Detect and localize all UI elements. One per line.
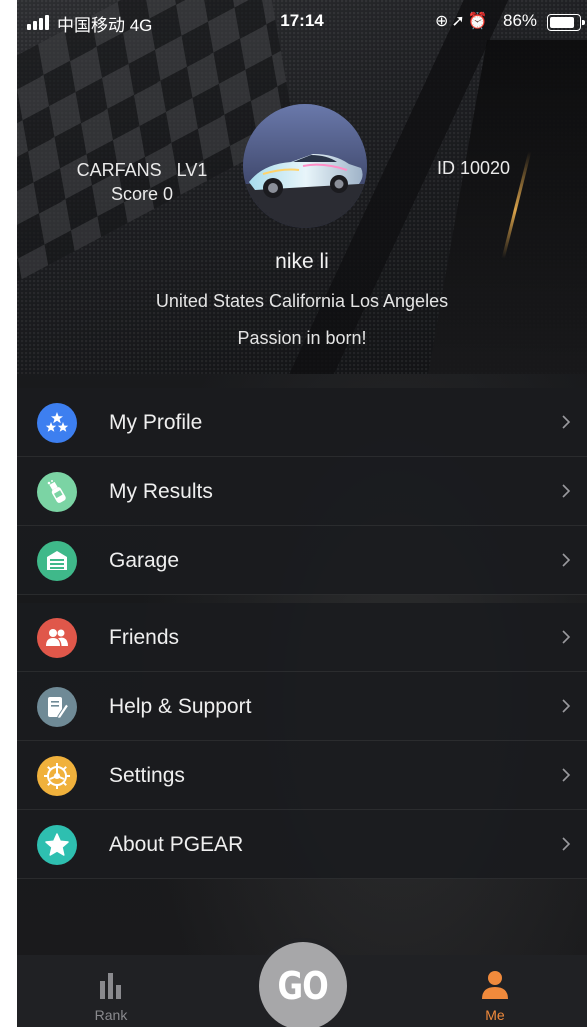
status-bar: 中国移动 4G 17:14 ⊕➚⏰ 86% — [17, 0, 587, 44]
bar-chart-icon — [100, 973, 121, 999]
tab-label: Me — [485, 1007, 505, 1023]
user-name: nike li — [275, 250, 329, 273]
pen-note-icon — [37, 687, 77, 727]
menu-item-my-results[interactable]: My Results — [17, 457, 587, 526]
user-location: United States California Los Angeles — [155, 291, 449, 311]
go-button[interactable]: GO — [259, 942, 347, 1027]
tab-me[interactable]: Me — [435, 955, 555, 1027]
battery-fill — [550, 17, 575, 28]
menu-item-label: About PGEAR — [109, 833, 244, 856]
chevron-right-icon — [562, 415, 571, 429]
menu-item-label: Garage — [109, 549, 180, 572]
tab-label: Rank — [94, 1007, 128, 1023]
menu-item-settings[interactable]: Settings — [17, 741, 587, 810]
chevron-right-icon — [562, 484, 571, 498]
menu-item-my-profile[interactable]: My Profile — [17, 388, 587, 457]
battery-icon — [547, 14, 585, 31]
location-arrow-icon: ➚ — [451, 13, 468, 30]
chevron-right-icon — [562, 768, 571, 782]
chevron-right-icon — [562, 553, 571, 567]
battery-percent: 86% — [503, 11, 538, 30]
menu-item-label: Settings — [109, 764, 185, 787]
garage-door-icon — [37, 541, 77, 581]
stars-icon — [37, 403, 77, 443]
chevron-right-icon — [562, 837, 571, 851]
go-button-label: GO — [277, 964, 329, 1008]
menu-item-label: My Profile — [109, 411, 203, 434]
friends-icon — [37, 618, 77, 658]
chevron-right-icon — [562, 630, 571, 644]
user-level: CARFANS LV1 — [76, 160, 208, 180]
star-icon — [37, 825, 77, 865]
chevron-right-icon — [562, 699, 571, 713]
menu-item-label: Friends — [109, 626, 180, 649]
sports-car-photo — [243, 104, 367, 228]
menu-group-app: Friends Help & Support Settings About PG… — [17, 603, 587, 879]
user-score: Score 0 — [110, 184, 174, 204]
header-decor-panel — [427, 40, 587, 374]
person-icon — [482, 971, 508, 999]
menu-item-about[interactable]: About PGEAR — [17, 810, 587, 879]
status-icons: ⊕➚⏰ — [435, 11, 491, 31]
menu-item-label: Help & Support — [109, 695, 252, 718]
user-id: ID 10020 — [437, 158, 511, 178]
champagne-bottle-icon — [37, 472, 77, 512]
user-motto: Passion in born! — [237, 328, 367, 348]
menu-item-friends[interactable]: Friends — [17, 603, 587, 672]
alarm-icon: ⏰ — [467, 13, 491, 30]
gear-icon — [37, 756, 77, 796]
profile-header: CARFANS LV1 Score 0 ID 10020 nike li Uni… — [17, 0, 587, 374]
menu-item-label: My Results — [109, 480, 213, 503]
clock: 17:14 — [280, 11, 324, 30]
menu-item-help-support[interactable]: Help & Support — [17, 672, 587, 741]
app-screen: CARFANS LV1 Score 0 ID 10020 nike li Uni… — [17, 0, 587, 1027]
tab-rank[interactable]: Rank — [51, 955, 171, 1027]
avatar[interactable] — [243, 104, 367, 228]
orientation-lock-icon: ⊕ — [435, 13, 452, 30]
menu-group-account: My Profile My Results Garage — [17, 388, 587, 595]
menu-item-garage[interactable]: Garage — [17, 526, 587, 595]
user-level-block: CARFANS LV1 Score 0 — [57, 158, 227, 206]
